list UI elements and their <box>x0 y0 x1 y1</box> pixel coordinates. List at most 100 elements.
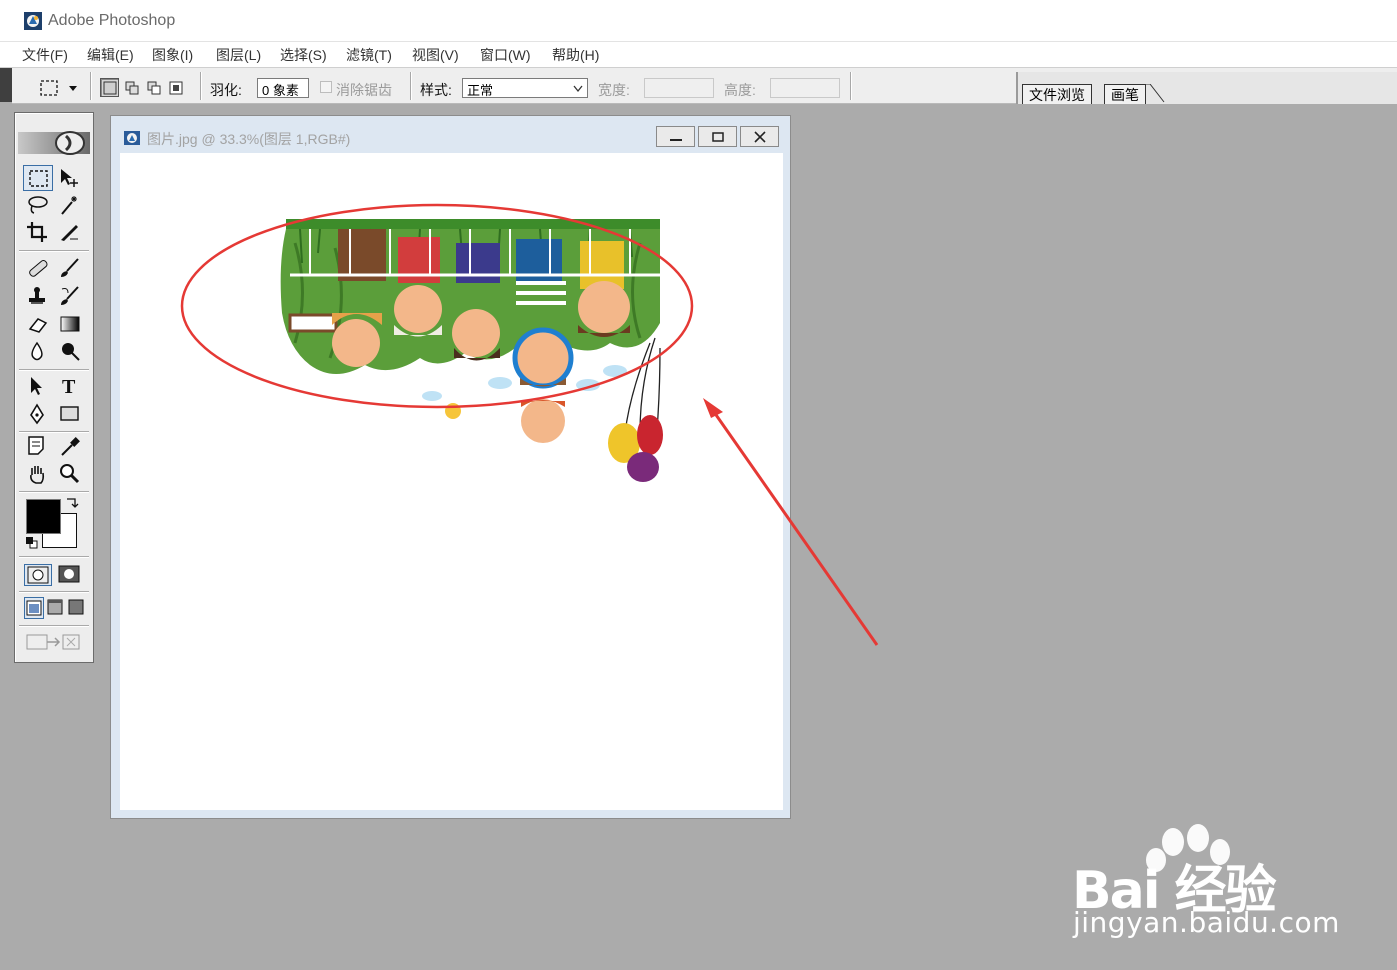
minimize-button[interactable] <box>656 126 695 147</box>
width-input[interactable] <box>644 78 714 98</box>
magnifier-icon <box>60 464 80 484</box>
bandage-icon <box>29 260 48 277</box>
intersect-selection-button[interactable] <box>166 78 185 97</box>
marquee-tool-button[interactable] <box>23 165 53 191</box>
toolbox-separator <box>19 556 89 558</box>
chevron-down-icon <box>69 86 77 91</box>
menu-help[interactable]: 帮助(H) <box>552 45 599 65</box>
jump-to-imageready-icon[interactable] <box>25 629 85 655</box>
title-bar: Adobe Photoshop <box>0 0 1397 42</box>
rectangle-tool-button[interactable] <box>55 401 85 427</box>
full-screen-menu-mode-button[interactable] <box>46 597 66 619</box>
gradient-icon <box>60 316 80 332</box>
brush-tool-button[interactable] <box>55 255 85 281</box>
gradient-tool-button[interactable] <box>55 311 85 337</box>
separator <box>90 72 92 100</box>
menu-filter[interactable]: 滤镜(T) <box>346 45 392 65</box>
style-label: 样式: <box>420 82 452 98</box>
dodge-icon <box>62 343 80 361</box>
feather-label: 羽化: <box>210 82 242 98</box>
toolbox-header-logo[interactable] <box>18 128 90 158</box>
separator <box>410 72 412 100</box>
intersect-selection-icon <box>169 81 183 95</box>
screen-mode-full-menu-icon <box>47 599 63 615</box>
toolbox-separator <box>19 250 89 252</box>
menu-file[interactable]: 文件(F) <box>22 45 68 65</box>
document-title: 图片.jpg @ 33.3%(图层 1,RGB#) <box>147 131 351 147</box>
path-selection-tool-button[interactable] <box>23 373 53 399</box>
separator <box>200 72 202 100</box>
marquee-preset-icon <box>40 80 58 96</box>
palette-well: 文件浏览 画笔 <box>1016 72 1397 104</box>
quick-mask-mode-button[interactable] <box>56 564 84 586</box>
lasso-tool-button[interactable] <box>23 192 53 218</box>
menu-select[interactable]: 选择(S) <box>280 45 327 65</box>
minimize-icon <box>670 139 682 141</box>
eraser-tool-button[interactable] <box>23 311 53 337</box>
full-screen-mode-button[interactable] <box>67 597 87 619</box>
crop-icon <box>27 222 47 242</box>
tab-slant-decoration <box>1146 84 1165 103</box>
menu-layer[interactable]: 图层(L) <box>216 45 261 65</box>
crop-tool-button[interactable] <box>23 219 53 245</box>
menu-view[interactable]: 视图(V) <box>412 45 459 65</box>
standard-mode-icon <box>27 566 49 584</box>
menu-edit[interactable]: 编辑(E) <box>87 45 134 65</box>
clone-stamp-tool-button[interactable] <box>23 283 53 309</box>
arrow-cursor-icon <box>31 377 42 395</box>
style-select[interactable]: 正常 <box>462 78 588 98</box>
dodge-tool-button[interactable] <box>55 339 85 365</box>
maximize-button[interactable] <box>698 126 737 147</box>
healing-brush-tool-button[interactable] <box>23 255 53 281</box>
toolbox-separator <box>19 369 89 371</box>
close-button[interactable] <box>740 126 779 147</box>
move-icon <box>61 169 78 187</box>
type-tool-button[interactable]: T <box>55 373 85 399</box>
standard-screen-mode-button[interactable] <box>24 597 44 619</box>
notes-tool-button[interactable] <box>23 433 53 459</box>
standard-mode-button[interactable] <box>24 564 52 586</box>
antialias-label: 消除锯齿 <box>336 82 392 98</box>
hand-icon <box>30 466 45 484</box>
type-icon: T <box>62 376 76 397</box>
lasso-icon <box>28 196 48 214</box>
height-input[interactable] <box>770 78 840 98</box>
default-colors-icon[interactable] <box>25 536 39 550</box>
tool-preset-picker[interactable] <box>36 76 80 98</box>
slice-tool-button[interactable] <box>55 219 85 245</box>
feather-input[interactable]: 0 象素 <box>257 78 309 98</box>
magic-wand-icon <box>61 196 77 215</box>
width-label: 宽度: <box>598 82 630 98</box>
pen-nib-icon <box>30 403 44 425</box>
toolbox-separator <box>19 625 89 627</box>
brush-icon <box>61 258 79 277</box>
add-to-selection-button[interactable] <box>122 78 141 97</box>
eraser-icon <box>28 318 48 333</box>
toolbox: T <box>14 112 94 663</box>
tab-file-browser[interactable]: 文件浏览 <box>1022 84 1092 104</box>
blur-tool-button[interactable] <box>23 339 53 365</box>
toolbox-separator <box>19 591 89 593</box>
annotation-ellipse <box>180 203 694 409</box>
zoom-tool-button[interactable] <box>55 461 85 487</box>
antialias-checkbox[interactable] <box>320 81 332 93</box>
history-brush-tool-button[interactable] <box>55 283 85 309</box>
app-title: Adobe Photoshop <box>48 12 176 29</box>
new-selection-icon <box>103 81 117 95</box>
chevron-down-icon <box>573 85 583 93</box>
marquee-icon <box>29 170 48 187</box>
hand-tool-button[interactable] <box>23 461 53 487</box>
swap-colors-icon[interactable] <box>65 496 79 510</box>
screen-mode-standard-icon <box>26 600 42 616</box>
tab-brushes[interactable]: 画笔 <box>1104 84 1146 104</box>
magic-wand-tool-button[interactable] <box>55 192 85 218</box>
subtract-selection-button[interactable] <box>144 78 163 97</box>
menu-image[interactable]: 图象(I) <box>152 45 193 65</box>
new-selection-button[interactable] <box>100 78 119 97</box>
eyedropper-tool-button[interactable] <box>55 433 85 459</box>
move-tool-button[interactable] <box>55 165 85 191</box>
menu-window[interactable]: 窗口(W) <box>480 45 531 65</box>
foreground-color-swatch[interactable] <box>26 499 61 534</box>
document-canvas[interactable] <box>120 153 783 810</box>
pen-tool-button[interactable] <box>23 401 53 427</box>
